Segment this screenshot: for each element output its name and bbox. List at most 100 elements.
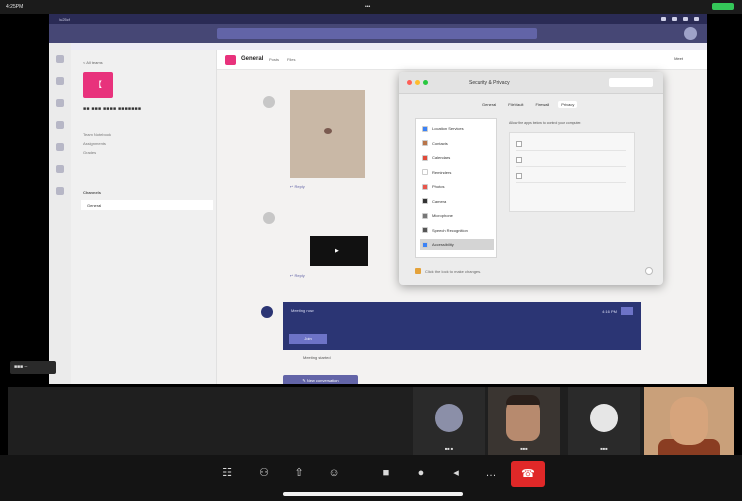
team-name: ■■ ■■■ ■■■■ ■■■■■■■ xyxy=(83,106,142,112)
tray-icon xyxy=(683,17,688,21)
files-icon[interactable] xyxy=(56,165,64,173)
profile-avatar[interactable] xyxy=(684,27,697,40)
app-checkbox[interactable] xyxy=(516,140,522,147)
meet-button[interactable]: Meet xyxy=(674,56,683,61)
more-icon[interactable]: … xyxy=(483,465,499,481)
privacy-item-label: Contacts xyxy=(432,140,448,146)
end-meeting-button[interactable]: ☎ xyxy=(511,461,545,487)
home-indicator[interactable] xyxy=(283,492,463,496)
apple-icon: \u25cf xyxy=(59,16,70,22)
back-to-teams-link[interactable]: < All teams xyxy=(83,60,103,65)
video-icon[interactable]: ■ xyxy=(378,465,394,481)
calls-icon[interactable] xyxy=(56,143,64,151)
app-checkbox[interactable] xyxy=(516,172,522,179)
shared-screen-name-chip: ■■■ – xyxy=(10,361,56,374)
privacy-item[interactable]: Contacts xyxy=(420,138,494,149)
meeting-title: Meeting now xyxy=(291,308,314,313)
reply-link[interactable]: ↩ Reply xyxy=(290,273,305,278)
chat-icon[interactable] xyxy=(56,77,64,85)
app-row[interactable] xyxy=(516,169,626,183)
privacy-item-label: Speech Recognition xyxy=(432,227,468,233)
more-icon[interactable] xyxy=(56,187,64,195)
play-icon: ▶ xyxy=(335,248,339,254)
reply-link[interactable]: ↩ Reply xyxy=(290,184,305,189)
tab-files[interactable]: Files xyxy=(287,57,295,62)
speech-icon xyxy=(422,227,428,233)
window-title: Security & Privacy xyxy=(469,80,510,86)
participant-hair xyxy=(506,395,540,405)
reactions-icon[interactable]: ☺ xyxy=(326,465,342,481)
self-video-tile[interactable] xyxy=(644,387,734,455)
privacy-item[interactable]: Location Services xyxy=(420,123,494,134)
meeting-toolbar: ☎ ☷ ⚇ ⇧ ☺ ■ ● ◂ … xyxy=(0,455,742,501)
lock-icon[interactable] xyxy=(415,268,421,274)
tab-privacy[interactable]: Privacy xyxy=(558,101,578,108)
close-window-icon[interactable] xyxy=(407,80,412,85)
teams-app-rail xyxy=(49,43,71,384)
app-row[interactable] xyxy=(516,137,626,151)
participant-name: ■■■ xyxy=(520,446,528,451)
team-notebook-link[interactable]: Team Notebook xyxy=(83,132,111,137)
chat-icon[interactable]: ☷ xyxy=(219,465,235,481)
grades-link[interactable]: Grades xyxy=(83,150,96,155)
teams-search-bar[interactable] xyxy=(217,28,537,39)
participant-tile[interactable]: ■■ ■ xyxy=(413,387,485,455)
reminders-icon xyxy=(422,169,428,175)
zoom-meeting-screen: 4:25PM ••• \u25cf < All teams 【 ■■ ■■■ ■… xyxy=(0,0,742,501)
battery-icon xyxy=(712,3,734,10)
tab-filevault[interactable]: FileVault xyxy=(505,101,526,108)
security-privacy-window: Security & Privacy General FileVault Firew… xyxy=(399,72,663,285)
mic-icon[interactable]: ● xyxy=(413,465,429,481)
tab-firewall[interactable]: Firewall xyxy=(533,101,553,108)
privacy-item[interactable]: Microphone xyxy=(420,210,494,221)
help-icon[interactable] xyxy=(645,267,653,275)
lock-area[interactable]: Click the lock to make changes. xyxy=(415,268,481,274)
participants-icon[interactable]: ⚇ xyxy=(256,465,272,481)
privacy-item[interactable]: Camera xyxy=(420,196,494,207)
privacy-item[interactable]: Photos xyxy=(420,181,494,192)
participant-avatar xyxy=(435,404,463,432)
channel-header: General Posts Files Meet xyxy=(217,50,707,70)
privacy-item[interactable]: Accessibility xyxy=(420,239,494,250)
minimize-window-icon[interactable] xyxy=(415,80,420,85)
status-time: 4:25PM xyxy=(6,4,24,10)
share-screen-icon[interactable]: ⇧ xyxy=(291,465,307,481)
app-checkbox[interactable] xyxy=(516,156,522,163)
app-row[interactable] xyxy=(516,153,626,167)
menu-tray xyxy=(661,17,707,21)
microphone-icon xyxy=(422,212,428,219)
teams-icon[interactable] xyxy=(56,99,64,107)
channels-heading: Channels xyxy=(83,190,102,195)
privacy-item[interactable]: Calendars xyxy=(420,152,494,163)
status-center: ••• xyxy=(365,4,371,10)
posted-photo[interactable] xyxy=(290,90,365,178)
participant-video-tile[interactable]: ■■■ xyxy=(488,387,560,455)
tab-general[interactable]: General xyxy=(479,101,499,108)
prefs-search-field[interactable] xyxy=(609,78,653,87)
activity-icon[interactable] xyxy=(56,55,64,63)
privacy-item-label: Photos xyxy=(432,184,445,189)
join-button[interactable]: Join xyxy=(289,334,327,344)
participant-name: ■■ ■ xyxy=(444,446,454,451)
privacy-item-label: Calendars xyxy=(432,155,451,160)
calendar-icon xyxy=(422,154,428,161)
tab-posts[interactable]: Posts xyxy=(269,57,279,62)
speaker-icon[interactable]: ◂ xyxy=(448,465,464,481)
calendar-icon[interactable] xyxy=(56,121,64,129)
privacy-item[interactable]: Reminders xyxy=(420,167,494,178)
meeting-options-icon[interactable] xyxy=(621,307,633,315)
new-conversation-button[interactable]: ✎ New conversation xyxy=(283,375,358,384)
contacts-icon xyxy=(422,140,428,146)
zoom-window-icon[interactable] xyxy=(423,80,428,85)
meeting-started-text: Meeting started xyxy=(303,355,331,360)
privacy-item[interactable]: Speech Recognition xyxy=(420,225,494,236)
channel-general[interactable]: General xyxy=(81,200,213,210)
photos-icon xyxy=(422,183,428,190)
participant-name: ■■■ xyxy=(600,446,608,451)
avatar xyxy=(263,96,275,108)
assignments-link[interactable]: Assignments xyxy=(83,141,106,146)
window-title-bar: Security & Privacy xyxy=(399,72,663,94)
participant-avatar xyxy=(590,404,618,432)
meeting-recording-thumbnail[interactable]: ▶ xyxy=(310,236,368,266)
participant-tile[interactable]: ■■■ xyxy=(568,387,640,455)
